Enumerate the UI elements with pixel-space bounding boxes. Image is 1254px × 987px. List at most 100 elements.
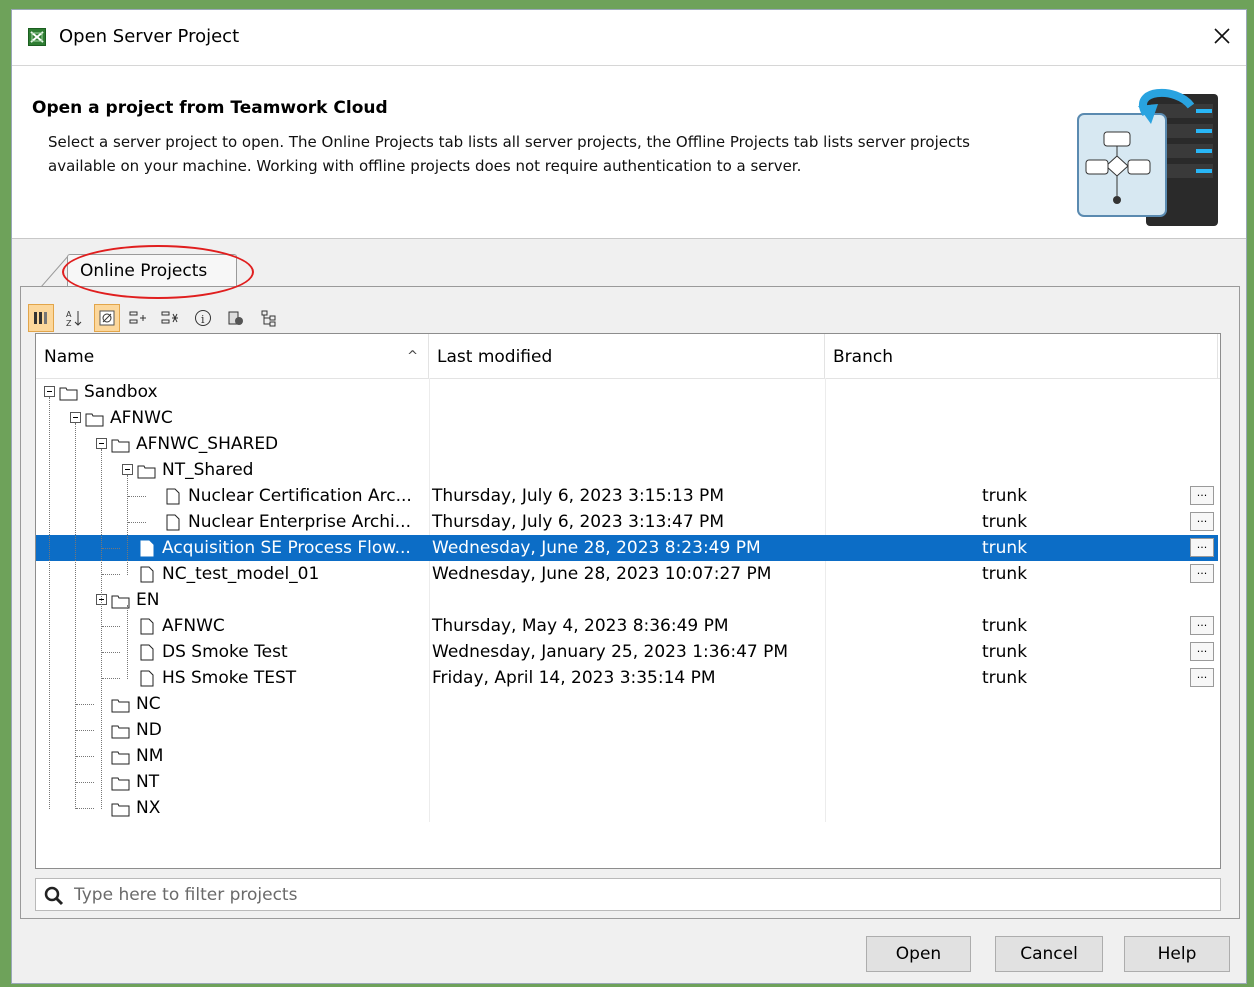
name-cell: NM [36, 743, 429, 769]
tree-folder-row[interactable]: ND [36, 717, 1218, 743]
tab-online-projects[interactable]: Online Projects [67, 254, 237, 287]
svg-text:i: i [201, 313, 205, 326]
tree-project-row[interactable]: DS Smoke Test Wednesday, January 25, 2023… [36, 639, 1218, 665]
collapse-toggle-icon[interactable] [122, 464, 133, 475]
project-name: NX [136, 798, 161, 818]
tree-guide-line [127, 605, 128, 679]
project-name: NT [136, 772, 160, 792]
collapse-all-button[interactable] [157, 304, 183, 332]
tree-project-row[interactable]: Acquisition SE Process Flow... Wednesday,… [36, 535, 1218, 561]
name-cell: AFNWC [36, 613, 429, 639]
branch-options-button[interactable]: ... [1190, 616, 1214, 635]
folder-icon [111, 751, 130, 765]
tree-connector [102, 626, 120, 627]
tree-folder-row[interactable]: NT_Shared [36, 457, 1218, 483]
tree-folder-row[interactable]: AFNWC [36, 405, 1218, 431]
tree-project-row[interactable]: NC_test_model_01 Wednesday, June 28, 2023… [36, 561, 1218, 587]
collapse-toggle-icon[interactable] [70, 412, 81, 423]
tree-folder-row[interactable]: NX [36, 795, 1218, 821]
branch-cell: trunk [982, 616, 1028, 636]
project-name: NM [136, 746, 164, 766]
project-name: Acquisition SE Process Flow... [162, 538, 411, 558]
tree-project-row[interactable]: AFNWC Thursday, May 4, 2023 8:36:49 PM tru… [36, 613, 1218, 639]
info-icon: i [195, 310, 211, 326]
name-cell: AFNWC [36, 405, 429, 431]
branch-options-button[interactable]: ... [1190, 564, 1214, 583]
tree-folder-row[interactable]: Sandbox [36, 379, 1218, 405]
project-name: AFNWC [162, 616, 225, 636]
expand-all-icon [129, 311, 146, 324]
app-icon [28, 28, 46, 46]
tree-project-row[interactable]: HS Smoke TEST Friday, April 14, 2023 3:35… [36, 665, 1218, 691]
hierarchy-button[interactable] [256, 304, 282, 332]
dialog-header: Open a project from Teamwork Cloud Selec… [12, 65, 1246, 239]
project-name: Nuclear Certification Arc... [188, 486, 412, 506]
info-button[interactable]: i [190, 304, 216, 332]
cancel-button[interactable]: Cancel [995, 936, 1103, 972]
tree-folder-row[interactable]: NT [36, 769, 1218, 795]
last-modified-cell: Thursday, July 6, 2023 3:15:13 PM [432, 486, 724, 506]
title-bar: Open Server Project [12, 10, 1246, 65]
branch-options-button[interactable]: ... [1190, 512, 1214, 531]
tree-guide-line [49, 397, 50, 809]
tab-label: Online Projects [80, 261, 208, 281]
column-header-last-modified[interactable]: Last modified [429, 334, 825, 378]
branch-options-button[interactable]: ... [1190, 538, 1214, 557]
open-server-project-dialog: Open Server Project Open a project from … [11, 9, 1247, 984]
project-name: DS Smoke Test [162, 642, 288, 662]
header-description: Select a server project to open. The Onl… [48, 133, 970, 175]
branch-options-button[interactable]: ... [1190, 642, 1214, 661]
column-header-branch[interactable]: Branch [825, 334, 1218, 378]
project-name: AFNWC [110, 408, 173, 428]
collapse-all-icon [161, 311, 178, 324]
project-file-icon [140, 540, 154, 557]
sort-button[interactable]: A Z [61, 304, 87, 332]
name-cell: DS Smoke Test [36, 639, 429, 665]
projects-table: Name ^ Last modified Branch Sandbox AFNWC… [35, 333, 1221, 869]
collapse-toggle-icon[interactable] [96, 438, 107, 449]
tree-folder-row[interactable]: NM [36, 743, 1218, 769]
name-cell: NC_test_model_01 [36, 561, 429, 587]
last-modified-cell: Wednesday, January 25, 2023 1:36:47 PM [432, 642, 789, 662]
branch-cell: trunk [982, 486, 1028, 506]
tree-connector [76, 756, 94, 757]
header-title: Open a project from Teamwork Cloud [32, 98, 388, 118]
svg-text:Z: Z [66, 319, 72, 327]
tree-folder-row[interactable]: AFNWC_SHARED [36, 431, 1218, 457]
tree-project-row[interactable]: Nuclear Certification Arc... Thursday, Ju… [36, 483, 1218, 509]
branch-cell: trunk [982, 538, 1028, 558]
name-cell: Nuclear Enterprise Archi... [36, 509, 429, 535]
tree-connector [76, 808, 94, 809]
name-cell: Nuclear Certification Arc... [36, 483, 429, 509]
filter-input[interactable] [72, 882, 1176, 908]
folder-icon [85, 413, 104, 427]
project-usages-button[interactable] [223, 304, 249, 332]
project-usages-icon [228, 311, 243, 325]
name-cell: ND [36, 717, 429, 743]
filter-empty-button[interactable] [94, 304, 120, 332]
close-icon [1214, 28, 1230, 44]
help-button[interactable]: Help [1124, 936, 1230, 972]
project-name: Sandbox [84, 382, 158, 402]
tree-folder-row[interactable]: EN [36, 587, 1218, 613]
tree-folder-row[interactable]: NC [36, 691, 1218, 717]
expand-all-button[interactable] [125, 304, 151, 332]
tree-connector [102, 574, 120, 575]
collapse-toggle-icon[interactable] [44, 386, 55, 397]
project-name: NT_Shared [162, 460, 254, 480]
name-cell: EN [36, 587, 429, 613]
name-cell: HS Smoke TEST [36, 665, 429, 691]
last-modified-cell: Thursday, July 6, 2023 3:13:47 PM [432, 512, 724, 532]
tree-project-row[interactable]: Nuclear Enterprise Archi... Thursday, Jul… [36, 509, 1218, 535]
open-button[interactable]: Open [866, 936, 971, 972]
branch-options-button[interactable]: ... [1190, 486, 1214, 505]
columns-icon [34, 312, 47, 324]
sort-ascending-icon: ^ [407, 349, 418, 364]
tree-connector [128, 522, 146, 523]
columns-button[interactable] [28, 304, 54, 332]
project-name: EN [136, 590, 160, 610]
project-name: Nuclear Enterprise Archi... [188, 512, 411, 532]
close-button[interactable] [1198, 10, 1246, 62]
branch-options-button[interactable]: ... [1190, 668, 1214, 687]
column-header-name[interactable]: Name ^ [36, 334, 429, 378]
